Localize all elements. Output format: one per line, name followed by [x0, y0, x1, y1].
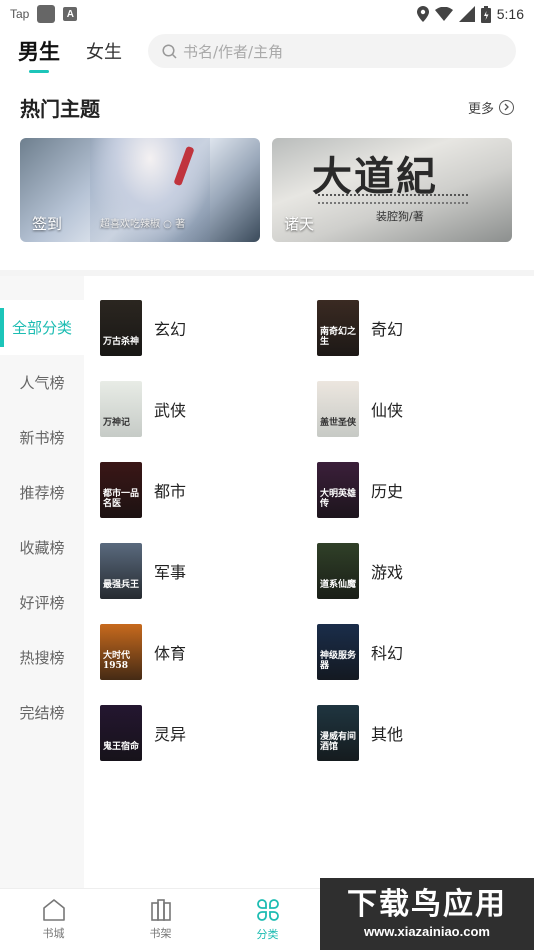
nav-favorite-rank[interactable]: 收藏榜: [0, 520, 84, 575]
nav-label: 书城: [42, 926, 65, 940]
site-watermark: 下载鸟应用 www.xiazainiao.com: [320, 878, 534, 950]
book-cover: 漫威有间酒馆: [317, 704, 359, 761]
book-cover: 大时代1958: [100, 623, 142, 680]
nav-label: 书架: [149, 926, 172, 940]
status-time: 5:16: [496, 6, 524, 22]
nav-label: 分类: [256, 927, 279, 941]
nav-category[interactable]: 分类: [214, 889, 321, 950]
category-qita[interactable]: 漫威有间酒馆 其他: [317, 692, 534, 773]
category-label: 科幻: [371, 643, 404, 663]
book-cover: 神级服务器: [317, 623, 359, 680]
top-header: 男生 女生 书名/作者/主角: [0, 28, 534, 74]
category-label: 武侠: [154, 400, 187, 420]
category-label: 灵异: [154, 724, 187, 744]
banner-decoration: [318, 194, 468, 204]
book-cover: 大明英雄传: [317, 461, 359, 518]
category-xianxia[interactable]: 盖世圣侠 仙侠: [317, 368, 534, 449]
status-bar: Tap A 5:16: [0, 0, 534, 28]
book-cover: 盖世圣侠: [317, 380, 359, 437]
category-label: 游戏: [371, 562, 404, 582]
status-right: 5:16: [416, 5, 524, 23]
notification-icon: [37, 5, 56, 23]
category-label: 奇幻: [371, 319, 404, 339]
banner-sign-in[interactable]: 超喜欢吃辣椒 ○ 著 签到: [20, 138, 260, 242]
book-cover: 南奇幻之生: [317, 299, 359, 356]
nav-popular-rank[interactable]: 人气榜: [0, 355, 84, 410]
book-cover: 道系仙魔: [317, 542, 359, 599]
banner-label: 签到: [32, 215, 63, 233]
category-nav: 全部分类 人气榜 新书榜 推荐榜 收藏榜 好评榜 热搜榜 完结榜: [0, 276, 84, 888]
category-tiyu[interactable]: 大时代1958 体育: [100, 611, 317, 692]
category-kehuan[interactable]: 神级服务器 科幻: [317, 611, 534, 692]
tab-male[interactable]: 男生: [18, 36, 60, 66]
book-cover: 都市一品名医: [100, 461, 142, 518]
app-tag: Tap: [10, 7, 30, 21]
tab-female[interactable]: 女生: [86, 38, 122, 64]
banner-subtitle: 超喜欢吃辣椒 ○ 著: [100, 219, 186, 230]
hot-topics-header: 热门主题 更多: [0, 88, 534, 126]
book-cover: 万古杀神: [100, 299, 142, 356]
hot-topics-title: 热门主题: [20, 96, 100, 121]
bookshelf-icon: [150, 898, 171, 921]
category-junshi[interactable]: 最强兵王 军事: [100, 530, 317, 611]
nav-recommend-rank[interactable]: 推荐榜: [0, 465, 84, 520]
nav-new-rank[interactable]: 新书榜: [0, 410, 84, 465]
category-area: 全部分类 人气榜 新书榜 推荐榜 收藏榜 好评榜 热搜榜 完结榜 万古杀神 玄幻…: [0, 276, 534, 888]
nav-rating-rank[interactable]: 好评榜: [0, 575, 84, 630]
category-lishi[interactable]: 大明英雄传 历史: [317, 449, 534, 530]
home-icon: [42, 898, 65, 921]
watermark-url: www.xiazainiao.com: [364, 923, 490, 939]
status-left: Tap A: [10, 5, 78, 23]
category-wuxia[interactable]: 万神记 武侠: [100, 368, 317, 449]
nav-hot-search-rank[interactable]: 热搜榜: [0, 630, 84, 685]
book-cover: 万神记: [100, 380, 142, 437]
a-icon: A: [63, 7, 78, 21]
category-dushi[interactable]: 都市一品名医 都市: [100, 449, 317, 530]
category-label: 其他: [371, 724, 404, 744]
watermark-title: 下载鸟应用: [347, 886, 507, 922]
banner-subtitle: 装腔狗/著: [376, 210, 424, 223]
more-label: 更多: [467, 101, 494, 117]
category-youxi[interactable]: 道系仙魔 游戏: [317, 530, 534, 611]
search-input[interactable]: 书名/作者/主角: [148, 34, 516, 68]
signal-icon: [458, 6, 475, 22]
category-label: 军事: [154, 562, 187, 582]
book-cover: 最强兵王: [100, 542, 142, 599]
category-label: 历史: [371, 481, 404, 501]
chevron-right-icon: [499, 99, 514, 115]
category-label: 体育: [154, 643, 187, 663]
book-cover: 鬼王宿命: [100, 704, 142, 761]
category-label: 仙侠: [371, 400, 404, 420]
category-label: 玄幻: [154, 319, 187, 339]
wifi-icon: [434, 7, 453, 21]
location-icon: [416, 6, 429, 22]
hot-topic-banners: 超喜欢吃辣椒 ○ 著 签到 大道紀 装腔狗/著 诸天: [0, 138, 534, 242]
category-xuanhuan[interactable]: 万古杀神 玄幻: [100, 287, 317, 368]
category-label: 都市: [154, 481, 187, 501]
banner-zhutian[interactable]: 大道紀 装腔狗/著 诸天: [272, 138, 512, 242]
nav-finished-rank[interactable]: 完结榜: [0, 685, 84, 740]
nav-bookstore[interactable]: 书城: [0, 889, 107, 950]
category-grid: 万古杀神 玄幻 南奇幻之生 奇幻 万神记 武侠 盖世圣侠 仙侠 都市一品名医 都…: [84, 276, 534, 888]
nav-all-categories[interactable]: 全部分类: [0, 300, 84, 355]
category-qihuan[interactable]: 南奇幻之生 奇幻: [317, 287, 534, 368]
battery-icon: [480, 5, 491, 23]
search-placeholder: 书名/作者/主角: [183, 42, 284, 61]
category-icon: [256, 898, 279, 921]
more-button[interactable]: 更多: [468, 98, 514, 117]
nav-bookshelf[interactable]: 书架: [107, 889, 214, 950]
search-icon: [162, 43, 177, 59]
category-lingyi[interactable]: 鬼王宿命 灵异: [100, 692, 317, 773]
banner-label: 诸天: [284, 215, 315, 233]
